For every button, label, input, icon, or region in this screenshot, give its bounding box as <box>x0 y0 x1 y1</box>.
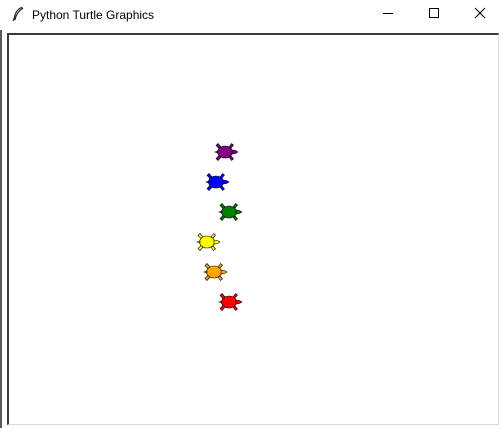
turtle-canvas[interactable] <box>7 33 499 425</box>
turtle-red <box>214 292 244 312</box>
minimize-button[interactable] <box>365 0 411 30</box>
turtle-orange <box>199 262 229 282</box>
close-icon <box>474 6 486 24</box>
close-button[interactable] <box>457 0 503 30</box>
turtle-green <box>214 202 244 222</box>
maximize-button[interactable] <box>411 0 457 30</box>
turtle-yellow <box>192 232 222 252</box>
window-left-edge <box>0 30 2 428</box>
maximize-icon <box>428 6 440 24</box>
turtle-window: Python Turtle Graphics <box>0 0 503 428</box>
window-title: Python Turtle Graphics <box>32 8 155 22</box>
turtle-purple <box>210 142 240 162</box>
title-bar[interactable]: Python Turtle Graphics <box>0 0 503 30</box>
feather-icon <box>10 6 26 22</box>
turtle-blue <box>201 172 231 192</box>
minimize-icon <box>382 6 394 24</box>
